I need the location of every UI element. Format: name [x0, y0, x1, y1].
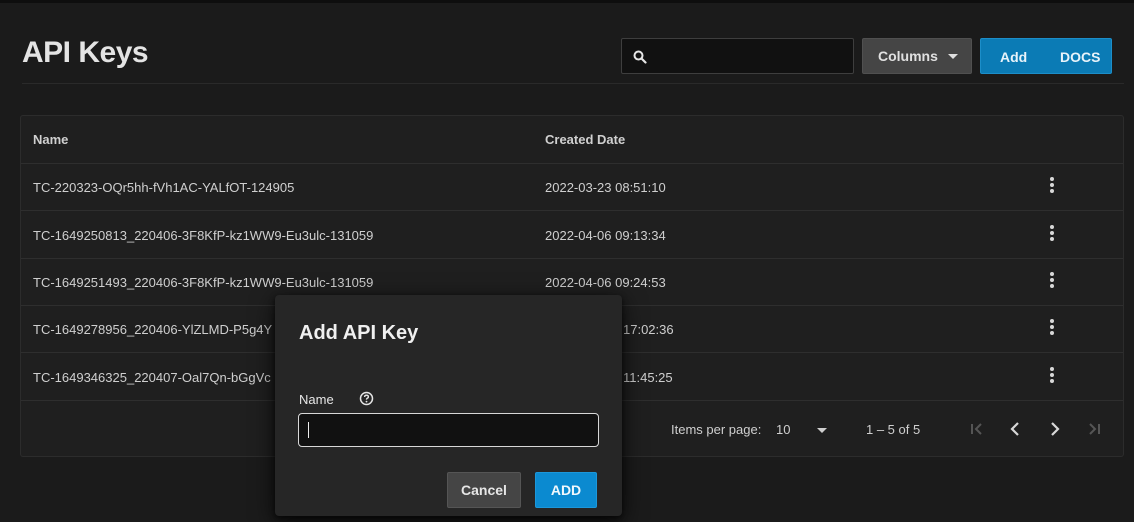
more-vert-icon[interactable]: [1048, 319, 1056, 339]
more-vert-icon[interactable]: [1048, 367, 1056, 387]
text-cursor: [308, 422, 309, 438]
next-page-icon[interactable]: [1043, 417, 1067, 441]
more-vert-icon[interactable]: [1048, 177, 1056, 197]
table-row[interactable]: TC-220323-OQr5hh-fVh1AC-YALfOT-124905 20…: [21, 164, 1123, 211]
more-vert-icon[interactable]: [1048, 225, 1056, 245]
key-name: TC-1649278956_220406-YlZLMD-P5g4Y: [33, 322, 273, 337]
created-date: 11:45:25: [623, 370, 673, 385]
key-name: TC-1649250813_220406-3F8KfP-kz1WW9-Eu3ul…: [33, 228, 374, 243]
created-date: 2022-03-23 08:51:10: [545, 180, 666, 195]
add-docs-button-group: Add DOCS: [980, 38, 1112, 74]
created-date: 2022-04-06 09:13:34: [545, 228, 666, 243]
name-field-label: Name: [299, 392, 334, 407]
add-api-key-dialog: Add API Key Name Cancel ADD: [275, 295, 622, 516]
columns-button-label: Columns: [878, 48, 938, 64]
previous-page-icon[interactable]: [1003, 417, 1027, 441]
column-header-created-date[interactable]: Created Date: [545, 132, 625, 147]
first-page-icon[interactable]: [965, 417, 989, 441]
docs-button[interactable]: DOCS: [1060, 49, 1100, 65]
title-divider: [22, 83, 1124, 84]
help-icon[interactable]: [359, 391, 374, 406]
top-border: [0, 0, 1134, 3]
search-box[interactable]: [621, 38, 854, 74]
table-row[interactable]: TC-1649250813_220406-3F8KfP-kz1WW9-Eu3ul…: [21, 212, 1123, 259]
cancel-button[interactable]: Cancel: [447, 472, 521, 508]
key-name: TC-1649346325_220407-Oal7Qn-bGgVc: [33, 370, 271, 385]
last-page-icon[interactable]: [1082, 417, 1106, 441]
items-per-page-select[interactable]: 10: [776, 422, 790, 437]
page-range-label: 1 – 5 of 5: [866, 422, 921, 437]
key-name: TC-220323-OQr5hh-fVh1AC-YALfOT-124905: [33, 180, 295, 195]
dialog-title: Add API Key: [299, 322, 419, 344]
search-input[interactable]: [656, 39, 852, 73]
chevron-down-icon: [948, 54, 958, 59]
created-date: 2022-04-06 09:24:53: [545, 275, 666, 290]
page-title: API Keys: [22, 36, 149, 69]
add-button[interactable]: Add: [1000, 49, 1027, 65]
add-api-key-button[interactable]: ADD: [535, 472, 597, 508]
more-vert-icon[interactable]: [1048, 272, 1056, 292]
column-header-name[interactable]: Name: [33, 132, 68, 147]
key-name: TC-1649251493_220406-3F8KfP-kz1WW9-Eu3ul…: [33, 275, 374, 290]
items-per-page-label: Items per page:: [671, 422, 762, 437]
chevron-down-icon[interactable]: [817, 428, 827, 433]
table-header: Name Created Date: [21, 116, 1123, 164]
search-icon: [633, 50, 647, 64]
columns-button[interactable]: Columns: [862, 38, 972, 74]
created-date: 17:02:36: [623, 322, 674, 337]
name-input[interactable]: [298, 413, 599, 447]
